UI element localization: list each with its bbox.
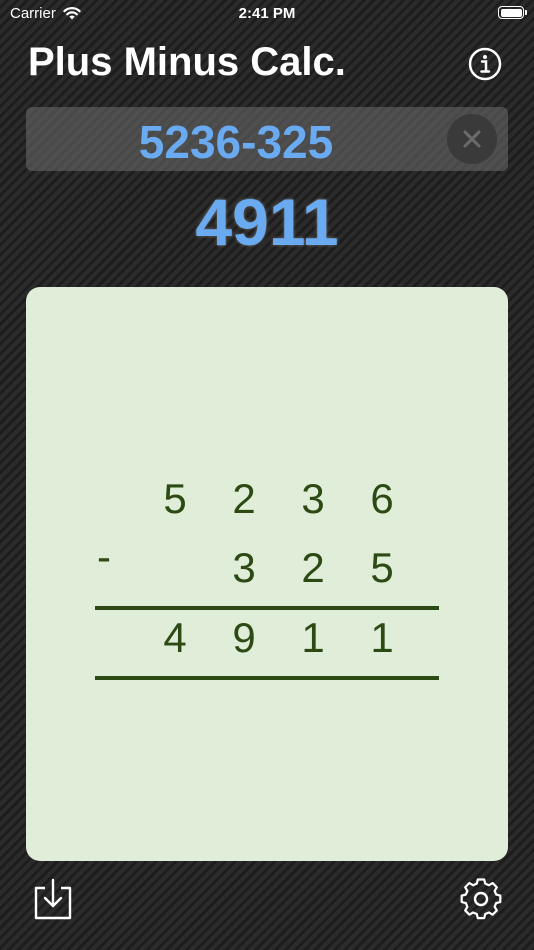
- info-icon: [468, 47, 502, 81]
- result-digit: 9: [232, 614, 256, 661]
- result-digit: 4: [163, 614, 187, 661]
- battery-icon: [498, 6, 527, 19]
- sum-rule-bottom: [95, 676, 439, 680]
- info-button[interactable]: [467, 46, 503, 82]
- operand2-digit: 3: [232, 544, 256, 591]
- settings-button[interactable]: [458, 876, 504, 922]
- app-title: Plus Minus Calc.: [28, 40, 346, 84]
- operand2-digit: 5: [370, 544, 394, 591]
- operand1-digit: 5: [163, 475, 187, 522]
- operand1-digit: 3: [301, 475, 325, 522]
- result-display: 4911: [195, 185, 339, 259]
- operand1-digit: 6: [370, 475, 394, 522]
- save-download-icon: [34, 878, 72, 920]
- operand2-digit: 2: [301, 544, 325, 591]
- status-bar: Carrier 2:41 PM: [0, 0, 534, 30]
- sum-rule-top: [95, 606, 439, 610]
- clear-button[interactable]: [447, 114, 497, 164]
- worksheet-panel: 5 2 3 6 - 3 2 5 4 9 1 1: [26, 287, 508, 861]
- result-digit: 1: [301, 614, 325, 661]
- result-digit: 1: [370, 614, 394, 661]
- close-icon: [463, 130, 481, 148]
- status-time: 2:41 PM: [238, 5, 296, 22]
- expression-input[interactable]: 5236-325: [26, 107, 508, 171]
- operand1-digit: 2: [232, 475, 256, 522]
- save-button[interactable]: [30, 876, 76, 922]
- expression-text: 5236-325: [138, 116, 334, 168]
- operator-symbol: -: [97, 533, 111, 580]
- gear-icon: [460, 878, 502, 920]
